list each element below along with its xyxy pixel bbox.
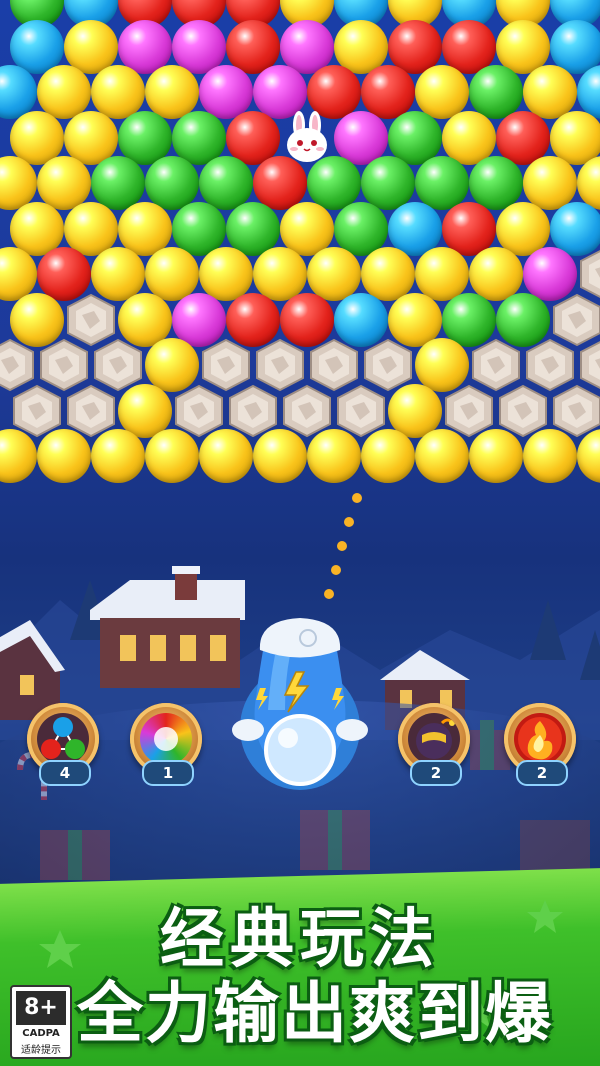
booster-count-rainbow: 1 [142,760,194,786]
bubble-shooter[interactable] [230,610,370,795]
tri-color-bubbles-icon [37,713,89,765]
age-rating-badge: 8+ CADPA 适龄提示 [10,985,72,1059]
promo-line-2: 全力输出爽到爆 [77,975,553,1052]
current-bubble [264,714,336,786]
rainbow-bubble-icon [140,713,192,765]
booster-count-bomb: 2 [410,760,462,786]
booster-count-tri-color: 4 [39,760,91,786]
game-scene: 4 1 2 2 经典玩法 全力输出爽到爆 8+ CADPA 适龄提示 [0,0,600,1066]
age-rating: 8+ [16,991,66,1025]
fire-icon [514,713,566,765]
booster-count-fire: 2 [516,760,568,786]
age-rating-label: 适龄提示 [21,1045,61,1056]
bomb-icon [408,713,460,765]
age-rating-org: CADPA [22,1028,60,1039]
